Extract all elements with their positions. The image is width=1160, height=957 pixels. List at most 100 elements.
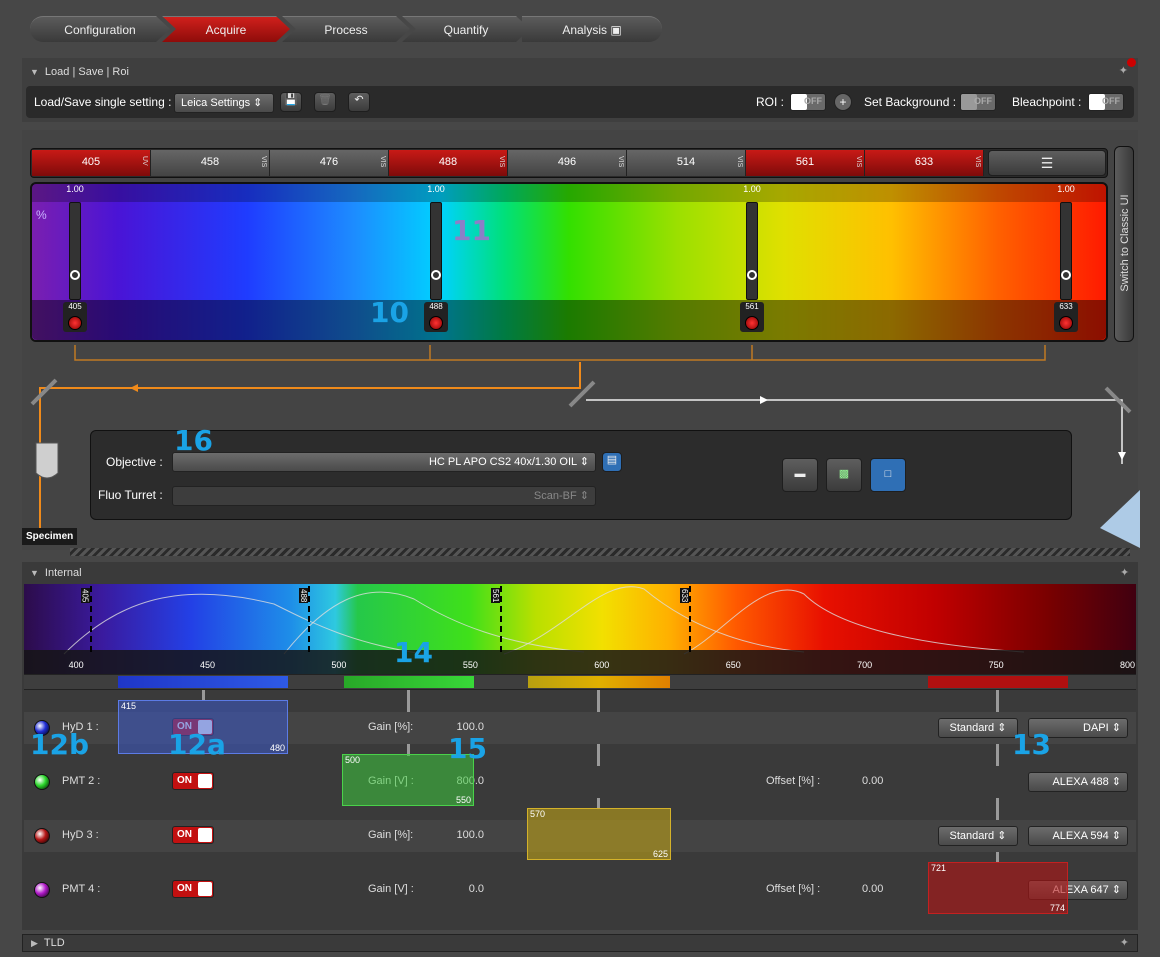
gain-label: Gain [%]: [368, 721, 414, 733]
laser-slider-knob[interactable] [1061, 270, 1071, 280]
band-pmt4[interactable] [928, 676, 1068, 688]
dye-select[interactable]: ALEXA 488 ⇕ [1028, 772, 1128, 792]
laser-on-indicator [745, 316, 759, 330]
band-hyd3[interactable] [528, 676, 670, 688]
scan-mode-icon[interactable]: ▬ [782, 458, 818, 492]
turret-select[interactable]: Scan-BF ⇕ [172, 486, 596, 506]
laser-line-button[interactable]: 488 [424, 302, 448, 332]
pin-icon[interactable]: ✦ [1119, 64, 1128, 77]
offset-label: Offset [%] : [766, 883, 821, 895]
roi-label: ROI : [756, 95, 785, 109]
laser-slider-633[interactable]: 1.00 633 [1054, 184, 1078, 332]
laser-tab-633[interactable]: 633 VIS [865, 150, 984, 176]
laser-tab-488[interactable]: 488 VIS [389, 150, 508, 176]
laser-on-indicator [68, 316, 82, 330]
undo-icon[interactable]: ↶ [348, 92, 370, 112]
offset-label: Offset [%] : [766, 775, 821, 787]
laser-line-marker[interactable] [499, 586, 502, 652]
save-icon[interactable]: 💾 [280, 92, 302, 112]
laser-slider-knob[interactable] [70, 270, 80, 280]
detector-color-icon[interactable] [34, 774, 50, 790]
detector-toggle[interactable]: ON [172, 826, 214, 844]
laser-slider-knob[interactable] [747, 270, 757, 280]
laser-slider-561[interactable]: 1.00 561 [740, 184, 764, 332]
beam-icon[interactable]: □ [870, 458, 906, 492]
laser-line-button[interactable]: 633 [1054, 302, 1078, 332]
delete-icon[interactable]: 🗑 [314, 92, 336, 112]
laser-slider-488[interactable]: 1.00 488 [424, 184, 448, 332]
load-save-header[interactable]: ▼ Load | Save | Roi [30, 66, 129, 78]
detector-mode-select[interactable]: Standard ⇕ [938, 718, 1018, 738]
switch-classic-button[interactable]: Switch to Classic UI [1114, 146, 1134, 342]
bleachpoint-toggle[interactable]: OFF [1088, 93, 1124, 111]
detector-mode-select[interactable]: Standard ⇕ [938, 826, 1018, 846]
band-pmt2[interactable] [344, 676, 474, 688]
lut-icon[interactable]: ▩ [826, 458, 862, 492]
objective-select-value: HC PL APO CS2 40x/1.30 OIL [428, 456, 577, 468]
laser-slider-track[interactable] [430, 202, 442, 300]
setting-select[interactable]: Leica Settings ⇕ [174, 93, 274, 113]
tab-process[interactable]: Process [282, 16, 410, 42]
detector-toggle[interactable]: ON [172, 880, 214, 898]
laser-tab-476[interactable]: 476 VIS [270, 150, 389, 176]
detector-row: PMT 2 :ONGain [V] :800.0Offset [%] :0.00… [24, 766, 1136, 798]
laser-tab-458[interactable]: 458 VIS [151, 150, 270, 176]
laser-line-marker[interactable] [689, 586, 692, 652]
laser-line-button[interactable]: 561 [740, 302, 764, 332]
detector-toggle-state: ON [177, 775, 192, 786]
laser-line-label: 405 [68, 302, 82, 311]
tld-header: ▶ TLD [31, 937, 65, 949]
tab-configuration[interactable]: Configuration [30, 16, 170, 42]
laser-tab-514[interactable]: 514 VIS [627, 150, 746, 176]
dye-select-value: ALEXA 488 [1052, 776, 1109, 788]
laser-tab-label: 405 [81, 156, 101, 168]
laser-tab-496[interactable]: 496 VIS [508, 150, 627, 176]
gain-value[interactable]: 0.0 [444, 883, 484, 895]
tab-quantify[interactable]: Quantify [402, 16, 530, 42]
tab-analysis[interactable]: Analysis ▣ [522, 16, 662, 42]
background-toggle[interactable]: OFF [960, 93, 996, 111]
callout-12a: 12a [168, 728, 226, 761]
laser-line-marker[interactable] [307, 586, 310, 652]
laser-on-indicator [1059, 316, 1073, 330]
tld-panel[interactable]: ▶ TLD ✦ [22, 934, 1138, 952]
laser-slider-knob[interactable] [431, 270, 441, 280]
laser-slider-track[interactable] [69, 202, 81, 300]
internal-header[interactable]: ▼ Internal [30, 567, 82, 579]
add-roi-icon[interactable]: + [834, 93, 852, 111]
offset-value[interactable]: 0.00 [862, 883, 883, 895]
range-box-pmt4[interactable]: 721 774 [928, 862, 1068, 914]
gain-value[interactable]: 100.0 [444, 829, 484, 841]
objective-panel [90, 430, 1072, 520]
laser-line-label: 561 [745, 302, 759, 311]
pin-internal-icon[interactable]: ✦ [1120, 566, 1129, 579]
laser-tab-tag: VIS [617, 156, 624, 168]
laser-tab-561[interactable]: 561 VIS [746, 150, 865, 176]
dye-select-value: ALEXA 594 [1052, 830, 1109, 842]
laser-tab-label: 514 [676, 156, 696, 168]
band-hyd1[interactable] [118, 676, 288, 688]
roi-toggle[interactable]: OFF [790, 93, 826, 111]
range-box-hyd3[interactable]: 570 625 [527, 808, 671, 860]
laser-tab-405[interactable]: 405 UV [32, 150, 151, 176]
detector-color-icon[interactable] [34, 882, 50, 898]
offset-value[interactable]: 0.00 [862, 775, 883, 787]
objective-select[interactable]: HC PL APO CS2 40x/1.30 OIL ⇕ [172, 452, 596, 472]
pin-tld-icon[interactable]: ✦ [1120, 936, 1129, 949]
laser-line-label: 488 [298, 588, 308, 604]
detector-color-icon[interactable] [34, 828, 50, 844]
laser-line-marker[interactable] [89, 586, 92, 652]
detector-toggle[interactable]: ON [172, 772, 214, 790]
laser-slider-track[interactable] [1060, 202, 1072, 300]
objective-info-icon[interactable]: ▤ [602, 452, 622, 472]
laser-slider-track[interactable] [746, 202, 758, 300]
range-hi-pmt4: 774 [1049, 903, 1065, 913]
laser-tab-tag: VIS [855, 156, 862, 168]
dye-select[interactable]: ALEXA 594 ⇕ [1028, 826, 1128, 846]
laser-slider-405[interactable]: 1.00 405 [63, 184, 87, 332]
range-hi-hyd1: 480 [269, 743, 285, 753]
laser-line-button[interactable]: 405 [63, 302, 87, 332]
laser-line-label: 488 [429, 302, 443, 311]
tab-acquire[interactable]: Acquire [162, 16, 290, 42]
laser-list-icon[interactable]: ☰ [988, 150, 1106, 176]
